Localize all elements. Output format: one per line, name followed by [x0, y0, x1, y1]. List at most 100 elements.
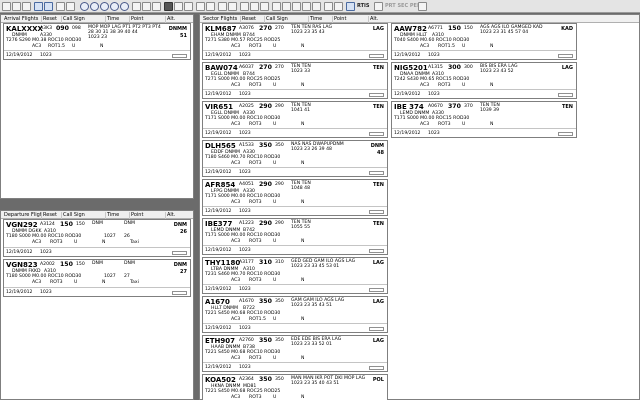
- strip-times: 1055 55: [291, 225, 310, 230]
- time-column[interactable]: Time: [105, 212, 129, 219]
- print-icon[interactable]: [56, 2, 65, 11]
- new-icon[interactable]: [2, 2, 11, 11]
- exit-icon[interactable]: [418, 2, 427, 11]
- filter-icon[interactable]: [174, 2, 183, 11]
- flight-strip[interactable]: IBE377 A1223 290 290 TEN TEN LEMD DNMM B742 105…: [202, 218, 388, 255]
- plane-icon[interactable]: [282, 2, 291, 11]
- reset-column[interactable]: Reset: [240, 16, 264, 23]
- strip-callsign: DLH565: [205, 142, 236, 150]
- strip-n: N: [301, 200, 305, 205]
- rtis-label[interactable]: RTIS: [357, 3, 370, 9]
- strip-entry-box[interactable]: [369, 93, 384, 97]
- list-icon[interactable]: [184, 2, 193, 11]
- save-icon[interactable]: [22, 2, 31, 11]
- strip-times: 1023 23 43 52: [480, 69, 514, 74]
- settings-icon[interactable]: [196, 2, 205, 11]
- radar-icon[interactable]: [302, 2, 311, 11]
- strip-perf: T221 S450 M0.68 ROC10 ROD30: [205, 350, 281, 355]
- flight-strip[interactable]: VGN823 A2002 150 150 DNM DNMM FKKD A310 T180 S0…: [3, 259, 191, 297]
- wind-icon[interactable]: [324, 2, 333, 11]
- strip-entry-box[interactable]: [369, 366, 384, 370]
- search-icon[interactable]: [152, 2, 161, 11]
- callsign-column[interactable]: Call Sign: [264, 16, 308, 23]
- info-icon[interactable]: [228, 2, 237, 11]
- play-icon[interactable]: [100, 2, 109, 11]
- strip-entry-box[interactable]: [558, 54, 573, 58]
- strip-perf: T242 S430 M0.65 ROC15 ROD30: [394, 77, 470, 82]
- flag-icon[interactable]: [334, 2, 343, 11]
- map-icon[interactable]: [272, 2, 281, 11]
- clock-icon[interactable]: [80, 2, 89, 11]
- strip-callsign: ETH907: [205, 337, 236, 345]
- callsign-column[interactable]: Call Sign: [61, 16, 105, 23]
- strip-n: N: [102, 240, 106, 245]
- alarm-icon[interactable]: [218, 2, 227, 11]
- flight-strip[interactable]: AAW782 A6771 150 150 AGS AGS ILO GAMGED KAD D…: [391, 23, 577, 60]
- point-column[interactable]: Point: [332, 16, 368, 23]
- flight-strip[interactable]: AFR854 A4051 290 290 TEN TEN LFPG DNMM A330 104…: [202, 179, 388, 216]
- strip-entry-box[interactable]: [558, 132, 573, 136]
- strip-n: N: [301, 83, 305, 88]
- flight-strip[interactable]: ETH907 A2760 350 350 EDE EDE BIS ERA LAG HAAB…: [202, 335, 388, 372]
- flight-strip[interactable]: KOA502 A2364 350 350 MAN MAN IKR POT DKI MOP…: [202, 374, 388, 400]
- strip-ssr: A1315: [428, 65, 443, 70]
- time-column[interactable]: Time: [308, 16, 332, 23]
- reset-column[interactable]: Reset: [41, 212, 61, 219]
- strip-u: U: [273, 83, 277, 88]
- grid-icon[interactable]: [66, 2, 75, 11]
- layout-icon[interactable]: [260, 2, 269, 11]
- strip-alt: 300: [448, 64, 461, 71]
- zoom-out-icon[interactable]: [142, 2, 151, 11]
- strip-date: 12/19/2012: [394, 53, 421, 58]
- strip-date: 12/19/2012: [205, 248, 232, 253]
- zoom-in-icon[interactable]: [132, 2, 141, 11]
- strip-entry-box[interactable]: [172, 54, 187, 58]
- arrival-icon[interactable]: [34, 2, 43, 11]
- strip-rfl: 150: [464, 26, 473, 31]
- strip-entry-box[interactable]: [369, 210, 384, 214]
- reset-column[interactable]: Reset: [41, 16, 61, 23]
- flight-strip[interactable]: BAW074 A6037 270 270 TEN TEN EGLL DNMM B744 102…: [202, 62, 388, 99]
- strip-entry-box[interactable]: [369, 171, 384, 175]
- stop-icon[interactable]: [120, 2, 129, 11]
- point-column[interactable]: Point: [129, 212, 165, 219]
- strip-entry-box[interactable]: [369, 132, 384, 136]
- time-column[interactable]: Time: [105, 16, 129, 23]
- strip-rot: ROT3: [50, 280, 63, 285]
- alt-column[interactable]: Alt.: [368, 16, 388, 23]
- flight-strip[interactable]: VIR651 A2025 290 290 TEN TEN EGLL DNMM A330 104…: [202, 101, 388, 138]
- refresh-icon[interactable]: [90, 2, 99, 11]
- arrival-strip[interactable]: KALXXXX A3K3 090 098 MOP MOP LAG PT1 PT2…: [3, 23, 191, 60]
- help-icon[interactable]: [206, 2, 215, 11]
- weather-icon[interactable]: [312, 2, 321, 11]
- strip-date: 12/19/2012: [6, 250, 33, 255]
- departure-icon[interactable]: [44, 2, 53, 11]
- open-icon[interactable]: [12, 2, 21, 11]
- flight-strip[interactable]: DLH565 A1533 350 350 NAS NAS DWAPUPDNM EDDF D…: [202, 140, 388, 177]
- pause-icon[interactable]: [110, 2, 119, 11]
- flight-strip[interactable]: KLM687 A3076 270 270 TEN TEN RAS LAG EHAM DNM…: [202, 23, 388, 60]
- tile-icon[interactable]: [240, 2, 249, 11]
- flight-strip[interactable]: IBE 374 A0670 370 370 TEN TEN LEMD DNMM A330 10…: [391, 101, 577, 138]
- callsign-column[interactable]: Call Sign: [61, 212, 105, 219]
- alt-column[interactable]: Alt.: [165, 16, 194, 23]
- rtis-icon[interactable]: [346, 2, 355, 11]
- strip-entry-box[interactable]: [172, 251, 187, 255]
- strip-ssr: A3076: [239, 26, 254, 31]
- strip-rfl: 370: [464, 104, 473, 109]
- strip-entry-box[interactable]: [558, 93, 573, 97]
- flight-strip[interactable]: A1670 A1670 350 350 GAM GAM ILO AGS LAG HLLT …: [202, 296, 388, 333]
- alt-column[interactable]: Alt.: [165, 212, 194, 219]
- strip-entry-box[interactable]: [369, 249, 384, 253]
- strip-entry-box[interactable]: [369, 327, 384, 331]
- strip-entry-box[interactable]: [369, 54, 384, 58]
- window-icon[interactable]: [250, 2, 259, 11]
- flight-strip[interactable]: THY1180 A3177 310 310 GED GED GAM ILO AGS LA…: [202, 257, 388, 294]
- strip-entry-box[interactable]: [369, 288, 384, 292]
- tower-icon[interactable]: [292, 2, 301, 11]
- strip-icon[interactable]: [164, 2, 173, 11]
- flight-strip[interactable]: VGN292 A3124 150 150 DNM DNMM DGKK A310 T180 S0…: [3, 219, 191, 257]
- strip-entry-box[interactable]: [172, 291, 187, 295]
- point-column[interactable]: Point: [129, 16, 165, 23]
- flight-strip[interactable]: NIG5201 A1315 300 300 BIS BIS ERA LAG DNAA DN…: [391, 62, 577, 99]
